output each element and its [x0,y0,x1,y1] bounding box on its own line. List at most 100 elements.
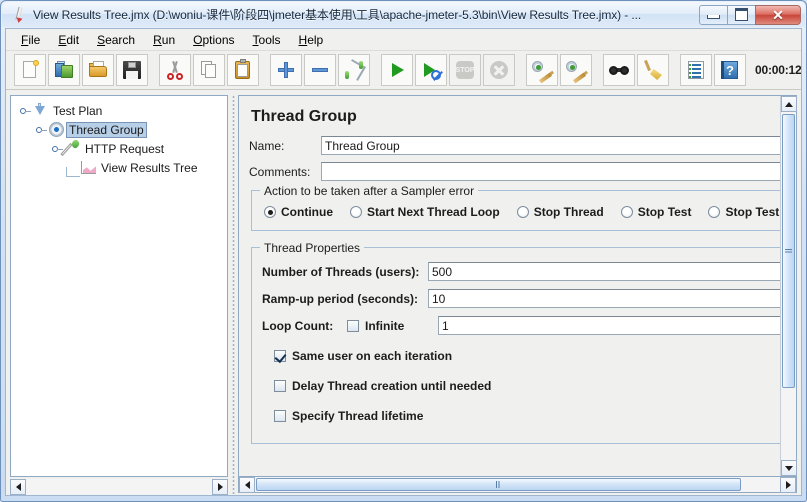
radio-start-next-thread-loop[interactable]: Start Next Thread Loop [350,205,500,219]
new-test-plan-icon [19,59,41,81]
close-button[interactable]: ✕ [755,4,801,25]
scroll-up-button[interactable] [781,96,797,112]
copy-button[interactable] [193,54,225,86]
name-input[interactable]: Thread Group [321,136,780,155]
comments-label: Comments: [249,164,311,179]
delay-thread-check-icon [274,380,286,392]
loop-count-input[interactable]: 1 [438,316,780,335]
function-helper-button[interactable] [680,54,712,86]
maximize-icon [735,8,748,21]
same-user-each-iteration-checkbox[interactable]: Same user on each iteration [274,349,780,363]
vertical-scroll-thumb[interactable] [782,114,795,388]
element-editor-pane: Thread Group Name: Thread Group Comments… [238,91,801,495]
tree-node-test-plan[interactable]: Test Plan [15,101,227,120]
test-plan-tree-pane: Test Plan Thread Group HTTP Request View… [6,91,228,495]
horizontal-scroll-track[interactable] [255,477,780,492]
main-split: Test Plan Thread Group HTTP Request View… [6,91,801,495]
open-button[interactable] [82,54,114,86]
expand-handle-icon[interactable] [31,126,47,133]
tree-node-view-results-tree[interactable]: View Results Tree [15,158,227,177]
help-button[interactable]: ? [714,54,746,86]
number-of-threads-row: Number of Threads (users): 500 [262,262,780,281]
thread-group-gear-icon [47,121,66,138]
start-button[interactable] [381,54,413,86]
panel-horizontal-scrollbar[interactable] [238,477,797,493]
reset-search-button[interactable] [637,54,669,86]
test-plan-tree[interactable]: Test Plan Thread Group HTTP Request View… [10,95,228,477]
shutdown-button[interactable] [483,54,515,86]
minimize-icon [707,15,720,19]
menu-file[interactable]: File [12,31,49,49]
name-label: Name: [249,138,285,153]
collapse-all-button[interactable] [304,54,336,86]
cut-button[interactable] [159,54,191,86]
scroll-thumb-grip [785,248,792,254]
maximize-button[interactable] [727,4,756,25]
radio-stop-thread[interactable]: Stop Thread [516,205,604,219]
scroll-down-button[interactable] [781,460,797,476]
tree-node-label: HTTP Request [85,141,165,156]
tree-node-label: Test Plan [53,103,103,118]
clear-all-button[interactable] [560,54,592,86]
vertical-scroll-track[interactable] [781,112,796,460]
comments-row: Comments: [249,162,780,181]
templates-button[interactable] [48,54,80,86]
panel-vertical-scrollbar[interactable] [780,96,797,476]
expand-all-button[interactable] [270,54,302,86]
minus-icon [309,59,331,81]
radio-stop-test-now[interactable]: Stop Test Now [708,205,780,219]
menu-help[interactable]: Help [290,31,333,49]
number-of-threads-input[interactable]: 500 [428,262,780,281]
save-button[interactable] [116,54,148,86]
menu-run[interactable]: Run [144,31,184,49]
radio-stop-test[interactable]: Stop Test [620,205,691,219]
loop-count-row: Loop Count: Infinite 1 [262,316,780,335]
radio-continue[interactable]: Continue [264,205,333,219]
ramp-up-input[interactable]: 10 [428,289,780,308]
minimize-button[interactable] [699,4,728,25]
scroll-thumb-grip [496,481,501,488]
radio-start-next-thread-loop-label: Start Next Thread Loop [367,205,500,219]
arrow-right-icon [785,481,791,489]
horizontal-scroll-thumb[interactable] [256,478,741,491]
clear-button[interactable] [526,54,558,86]
radio-continue-icon [264,206,276,218]
broom-reset-search-icon [642,59,664,81]
specify-thread-lifetime-checkbox[interactable]: Specify Thread lifetime [274,409,780,423]
stop-button[interactable]: STOP [449,54,481,86]
test-plan-icon [31,102,50,119]
start-no-pauses-button[interactable] [415,54,447,86]
copy-pages-icon [198,59,220,81]
thread-group-panel: Thread Group Name: Thread Group Comments… [238,95,797,477]
client-area: File Edit Search Run Options Tools Help [5,28,802,496]
tree-node-http-request[interactable]: HTTP Request [15,138,227,158]
tree-scroll-left-button[interactable] [10,479,26,495]
paste-button[interactable] [227,54,259,86]
toggle-button[interactable] [338,54,370,86]
title-bar: View Results Tree.jmx (D:\woniu-课件\阶段四\j… [2,2,805,27]
clipboard-paste-icon [232,59,254,81]
menu-options[interactable]: Options [184,31,243,49]
expand-handle-icon[interactable] [47,145,63,152]
scroll-left-button[interactable] [239,477,255,493]
menu-search[interactable]: Search [88,31,144,49]
scroll-right-button[interactable] [780,477,796,493]
menu-edit[interactable]: Edit [49,31,88,49]
delay-thread-creation-checkbox[interactable]: Delay Thread creation until needed [274,379,780,393]
expand-handle-icon[interactable] [15,107,31,114]
comments-input[interactable] [321,162,780,181]
split-divider[interactable] [228,95,238,495]
new-button[interactable] [14,54,46,86]
save-disk-icon [121,59,143,81]
menu-tools[interactable]: Tools [244,31,290,49]
arrow-down-icon [785,465,793,471]
radio-continue-label: Continue [281,205,333,219]
search-button[interactable] [603,54,635,86]
templates-icon [53,59,75,81]
tree-node-thread-group[interactable]: Thread Group [15,120,227,139]
window-title: View Results Tree.jmx (D:\woniu-课件\阶段四\j… [33,8,642,22]
tree-horizontal-scrollbar[interactable] [10,479,228,495]
loop-infinite-checkbox[interactable]: Infinite [347,319,428,333]
tree-scroll-track[interactable] [26,479,212,495]
tree-scroll-right-button[interactable] [212,479,228,495]
